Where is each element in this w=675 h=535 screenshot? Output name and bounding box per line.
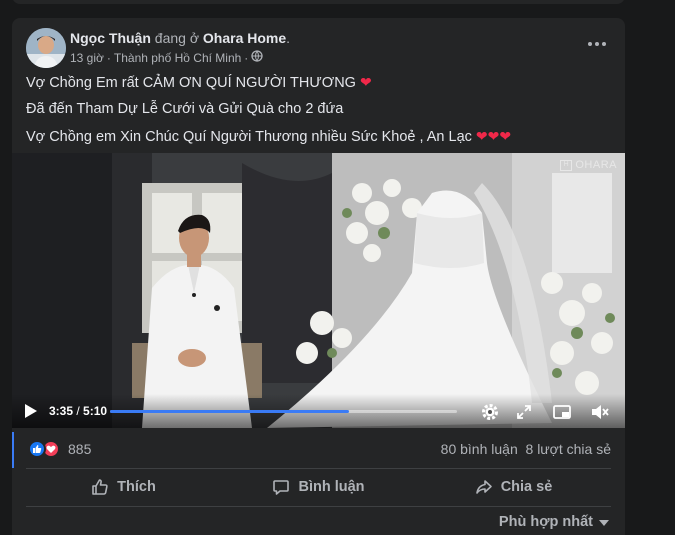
play-icon[interactable] — [25, 404, 37, 418]
dot-icon — [588, 42, 592, 46]
duration: 5:10 — [83, 404, 108, 418]
reaction-icons[interactable] — [28, 440, 60, 458]
feed-post: Ngọc Thuận đang ở Ohara Home. 13 giờ · T… — [12, 18, 625, 535]
meta-separator: · — [106, 50, 111, 65]
watermark-logo: H — [560, 159, 573, 171]
meta-separator-2: · — [244, 50, 249, 65]
post-line-2-text: Đã đến Tham Dự Lễ Cưới và Gửi Quà cho 2 … — [26, 101, 344, 117]
hearts-emoji: ❤❤❤ — [475, 128, 512, 144]
previous-post-card — [12, 0, 625, 4]
video-progress-fill — [110, 410, 350, 413]
like-button[interactable]: Thích — [26, 470, 221, 504]
globe-icon — [251, 50, 263, 65]
like-label: Thích — [117, 479, 156, 495]
post-actions: Thích Bình luận Chia sẻ — [26, 470, 611, 504]
author-line: Ngọc Thuận đang ở Ohara Home. — [70, 30, 290, 46]
sort-label: Phù hợp nhất — [498, 514, 593, 530]
share-button[interactable]: Chia sẻ — [416, 470, 611, 504]
post-time[interactable]: 13 giờ — [70, 51, 104, 65]
share-count[interactable]: 8 lượt chia sẻ — [526, 441, 611, 457]
watermark-text: OHARA — [575, 159, 617, 171]
comment-share-stats: 80 bình luận 8 lượt chia sẻ — [441, 441, 611, 457]
picture-in-picture-icon[interactable] — [552, 402, 572, 422]
post-line-3-text: Vợ Chồng em Xin Chúc Quí Người Thương nh… — [26, 129, 472, 145]
like-reaction-icon — [28, 440, 46, 458]
caret-down-icon — [599, 520, 609, 526]
settings-gear-icon[interactable] — [480, 402, 500, 422]
post-line-1-text: Vợ Chồng Em rất CẢM ƠN QUÍ NGƯỜI THƯƠNG — [26, 75, 356, 91]
more-options-button[interactable] — [583, 32, 611, 56]
author-name[interactable]: Ngọc Thuận — [70, 30, 151, 46]
share-label: Chia sẻ — [500, 479, 553, 495]
location-page-link[interactable]: Ohara Home — [203, 30, 286, 46]
post-place[interactable]: Thành phố Hồ Chí Minh — [114, 51, 241, 65]
video-player[interactable]: H OHARA 3:35 / 5:10 — [12, 153, 625, 428]
video-frame — [12, 153, 625, 428]
expand-icon[interactable] — [514, 402, 534, 422]
current-time: 3:35 — [49, 404, 74, 418]
video-progress-bar[interactable] — [110, 410, 457, 413]
dot-icon — [595, 42, 599, 46]
thumbs-up-icon — [92, 479, 108, 495]
comment-label: Bình luận — [298, 479, 365, 495]
post-meta: 13 giờ · Thành phố Hồ Chí Minh · — [70, 50, 263, 65]
focus-indicator — [12, 432, 14, 468]
share-icon — [475, 480, 492, 494]
comment-button[interactable]: Bình luận — [221, 470, 416, 504]
video-controls: 3:35 / 5:10 — [12, 394, 625, 428]
comment-icon — [273, 480, 290, 495]
checkin-text: đang ở — [154, 30, 199, 46]
video-watermark: H OHARA — [560, 159, 617, 171]
post-text: Vợ Chồng Em rất CẢM ƠN QUÍ NGƯỜI THƯƠNG … — [26, 74, 511, 155]
post-stats: 885 80 bình luận 8 lượt chia sẻ — [12, 428, 625, 468]
time-separator: / — [73, 404, 84, 418]
comment-count[interactable]: 80 bình luận — [441, 441, 518, 457]
video-time: 3:35 / 5:10 — [49, 404, 107, 418]
comment-sort-dropdown[interactable]: Phù hợp nhất — [499, 514, 609, 530]
author-avatar[interactable] — [26, 28, 66, 68]
reaction-count[interactable]: 885 — [68, 441, 91, 457]
divider — [26, 506, 611, 507]
dot-icon — [602, 42, 606, 46]
post-line-2: Đã đến Tham Dự Lễ Cưới và Gửi Quà cho 2 … — [26, 101, 511, 128]
divider — [26, 468, 611, 469]
volume-muted-icon[interactable] — [590, 402, 610, 422]
post-line-3: Vợ Chồng em Xin Chúc Quí Người Thương nh… — [26, 128, 511, 155]
location-suffix: . — [286, 30, 291, 46]
post-line-1: Vợ Chồng Em rất CẢM ƠN QUÍ NGƯỜI THƯƠNG … — [26, 74, 511, 101]
heart-emoji: ❤ — [359, 74, 372, 90]
